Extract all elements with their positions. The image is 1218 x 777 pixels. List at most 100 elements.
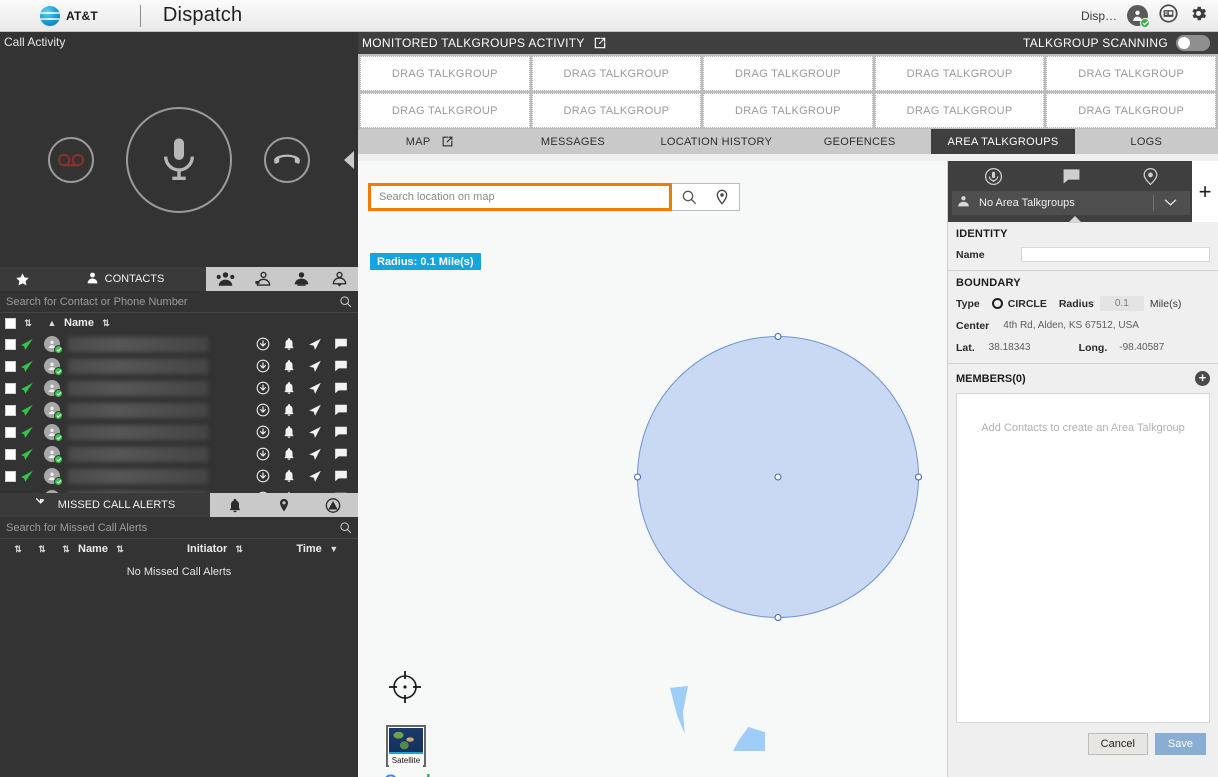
row-checkbox[interactable] [5,360,16,372]
sort-toggle-2[interactable]: ⇅ [30,544,54,555]
talkgroup-slot[interactable]: DRAG TALKGROUP [360,56,530,91]
row-checkbox[interactable] [5,448,16,460]
message-icon[interactable] [334,381,348,395]
chevron-down-icon[interactable] [1154,199,1186,207]
talkgroup-slot[interactable]: DRAG TALKGROUP [874,56,1045,91]
sort-toggle-1[interactable]: ⇅ [6,544,30,555]
map-canvas[interactable]: Search location on map Radius: 0.1 Mile(… [358,161,947,777]
message-icon[interactable] [334,403,348,417]
sort-toggle-2[interactable]: ▲ [40,318,64,328]
talkgroup-slot[interactable]: DRAG TALKGROUP [874,93,1045,128]
talkgroup-slot[interactable]: DRAG TALKGROUP [703,56,873,91]
sidebar-item-talkgroups[interactable] [206,267,244,291]
sidebar-item-add-group[interactable] [320,267,358,291]
popout-icon[interactable] [441,135,454,148]
locate-icon[interactable] [308,425,322,439]
call-icon[interactable] [256,447,270,461]
call-icon[interactable] [256,381,270,395]
message-icon[interactable] [334,425,348,439]
table-row[interactable] [0,333,358,355]
alert-icon[interactable] [282,381,296,395]
sort-name[interactable]: ⇅ [108,544,132,555]
name-input[interactable] [1020,247,1210,262]
crosshair-icon[interactable] [388,670,422,704]
center-input[interactable]: 4th Rd, Alden, KS 67512, USA [999,318,1210,333]
end-call-button[interactable] [264,136,310,183]
locate-icon[interactable] [308,337,322,351]
card-icon[interactable] [1158,3,1179,29]
missed-calls-search-row[interactable]: Search for Missed Call Alerts [0,517,358,539]
sort-toggle-3[interactable]: ⇅ [54,544,78,555]
locate-icon[interactable] [308,469,322,483]
plus-circle-icon[interactable]: + [1195,371,1210,386]
locate-icon[interactable] [308,381,322,395]
tab-logs[interactable]: LOGS [1075,129,1218,154]
circle-handle-west[interactable] [634,473,641,481]
cancel-button[interactable]: Cancel [1087,733,1148,755]
tab-missed-call-alerts[interactable]: MISSED CALL ALERTS [0,493,210,517]
talkgroup-slot[interactable]: DRAG TALKGROUP [531,93,702,128]
talkgroup-slot[interactable]: DRAG TALKGROUP [531,56,702,91]
alert-icon[interactable] [282,425,296,439]
circle-handle-north[interactable] [774,333,782,340]
row-checkbox[interactable] [5,470,16,482]
talkgroup-slot[interactable]: DRAG TALKGROUP [703,93,873,128]
call-icon[interactable] [256,403,270,417]
search-icon[interactable] [339,521,352,534]
collapse-left-panel-arrow[interactable] [344,150,354,169]
sort-name[interactable]: ⇅ [94,318,118,329]
tab-location-history[interactable]: LOCATION HISTORY [645,129,788,154]
table-row[interactable] [0,377,358,399]
alert-icon[interactable] [282,447,296,461]
alert-icon[interactable] [282,359,296,373]
gear-icon[interactable] [1189,4,1208,28]
tab-area-talkgroups[interactable]: AREA TALKGROUPS [931,129,1075,154]
table-row[interactable] [0,399,358,421]
sidebar-item-broadcast-groups[interactable] [244,267,282,291]
alert-icon[interactable] [282,403,296,417]
call-icon[interactable] [256,425,270,439]
message-icon[interactable] [1062,167,1081,186]
call-icon[interactable] [256,359,270,373]
push-to-talk-button[interactable] [126,106,232,213]
message-icon[interactable] [334,337,348,351]
call-icon[interactable] [256,337,270,351]
sort-toggle-1[interactable]: ⇅ [16,318,40,329]
geofence-circle[interactable] [634,333,922,621]
row-checkbox[interactable] [5,426,16,438]
contacts-search-row[interactable]: Search for Contact or Phone Number [0,291,358,313]
search-icon[interactable] [339,295,352,308]
sort-initiator[interactable]: ⇅ [227,544,251,555]
alert-icon[interactable] [282,469,296,483]
table-row[interactable] [0,355,358,377]
mic-icon[interactable] [984,167,1003,186]
add-area-talkgroup-button[interactable]: + [1192,161,1218,222]
tab-map[interactable]: MAP [358,129,501,154]
table-row[interactable] [0,465,358,487]
map-pin-icon[interactable] [714,189,730,205]
save-button[interactable]: Save [1154,733,1206,755]
message-icon[interactable] [334,447,348,461]
tab-geofences[interactable]: GEOFENCES [788,129,931,154]
locate-icon[interactable] [308,359,322,373]
alert-icon[interactable] [282,337,296,351]
map-layer-toggle[interactable]: Satellite [386,725,426,767]
sidebar-item-contacts[interactable]: CONTACTS [44,267,206,291]
sidebar-item-groups[interactable] [282,267,320,291]
talkgroup-slot[interactable]: DRAG TALKGROUP [1046,56,1216,91]
select-all-checkbox[interactable] [5,317,16,329]
tab-messages[interactable]: MESSAGES [501,129,644,154]
table-row[interactable] [0,443,358,465]
tab-emergency[interactable] [309,493,358,517]
missed-calls-search-input[interactable]: Search for Missed Call Alerts [6,522,339,534]
table-row[interactable] [0,421,358,443]
message-icon[interactable] [334,359,348,373]
talkgroup-scanning-control[interactable]: TALKGROUP SCANNING [1023,35,1210,51]
circle-handle-center[interactable] [774,473,782,481]
row-checkbox[interactable] [5,382,16,394]
radius-input[interactable]: 0.1 [1099,296,1144,311]
tab-location-alerts[interactable] [259,493,308,517]
talkgroup-scanning-toggle[interactable] [1176,35,1210,51]
location-icon[interactable] [1141,167,1160,186]
circle-handle-east[interactable] [915,473,922,481]
